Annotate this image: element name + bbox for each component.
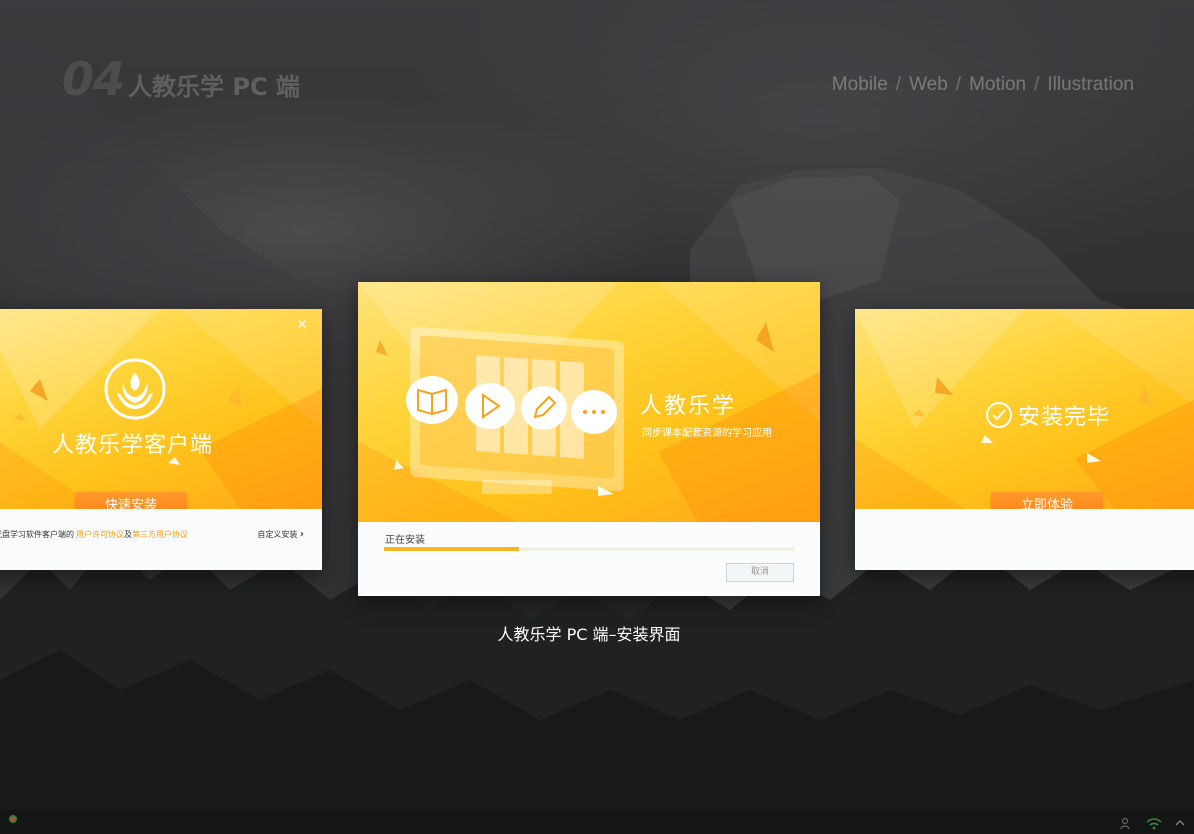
app-name: 人教乐学 xyxy=(640,394,737,419)
taskbar-app-icon[interactable] xyxy=(8,809,18,828)
agreement-conjunction: 及 xyxy=(124,530,132,539)
section-title: 人教乐学 PC 端 xyxy=(128,73,300,101)
progress-label: 正在安装 xyxy=(385,535,425,546)
check-circle-icon xyxy=(986,402,1012,428)
nav-separator: / xyxy=(955,74,962,95)
installer-complete-window: 安装完毕 立即体验 xyxy=(855,309,1194,570)
play-icon xyxy=(465,383,515,429)
installer-welcome-window: ✕ 人教乐学客户端 快速安装 装套光盘学习软件客户端的用户许可协议及第三方用户协… xyxy=(0,309,322,570)
custom-install-link[interactable]: 自定义安装 › xyxy=(257,529,304,540)
complete-hero: 安装完毕 xyxy=(855,309,1194,509)
welcome-title: 人教乐学客户端 xyxy=(52,433,214,458)
figure-caption: 人教乐学 PC 端–安装界面 xyxy=(497,625,681,644)
installer-progress-window: 人教乐学 同步课本配套资源的学习应用 正在安装 取消 xyxy=(358,282,820,596)
nav-separator: / xyxy=(1034,74,1040,95)
chevron-up-icon[interactable] xyxy=(1174,816,1186,830)
nav-item-motion[interactable]: Motion xyxy=(969,74,1026,96)
system-tray xyxy=(1120,816,1186,830)
chevron-right-icon: › xyxy=(299,529,304,540)
welcome-footer: 装套光盘学习软件客户端的用户许可协议及第三方用户协议 自定义安装 › xyxy=(0,509,322,570)
nav-item-web[interactable]: Web xyxy=(909,74,948,96)
progress-footer: 正在安装 取消 xyxy=(358,522,820,596)
more-icon xyxy=(571,390,617,434)
nav-separator: / xyxy=(895,74,902,95)
welcome-hero: ✕ 人教乐学客户端 xyxy=(0,309,322,509)
section-number: 04 xyxy=(62,52,125,106)
install-complete-heading: 安装完毕 xyxy=(985,399,1110,431)
wifi-icon[interactable] xyxy=(1146,816,1162,830)
people-icon[interactable] xyxy=(1120,816,1134,830)
agreement-text: 装套光盘学习软件客户端的用户许可协议及第三方用户协议 xyxy=(0,529,188,540)
progress-bar-fill xyxy=(384,547,520,551)
agreement-prefix: 装套光盘学习软件客户端的 xyxy=(0,530,74,539)
install-complete-text: 安装完毕 xyxy=(1018,405,1111,430)
progress-hero: 人教乐学 同步课本配套资源的学习应用 xyxy=(358,282,820,522)
page-header: 04 人教乐学 PC 端 xyxy=(62,52,300,106)
category-nav: Mobile / Web / Motion / Illustration xyxy=(832,74,1134,96)
close-icon[interactable]: ✕ xyxy=(296,317,308,333)
license-agreement-link[interactable]: 用户许可协议 xyxy=(76,530,124,539)
app-subtitle: 同步课本配套资源的学习应用 xyxy=(642,428,772,439)
custom-install-label: 自定义安装 xyxy=(257,530,298,539)
complete-footer xyxy=(855,509,1194,570)
pencil-icon xyxy=(521,386,567,430)
feature-icons xyxy=(406,376,617,434)
nav-item-mobile[interactable]: Mobile xyxy=(832,74,888,96)
nav-item-illustration[interactable]: Illustration xyxy=(1047,74,1134,96)
cancel-button[interactable]: 取消 xyxy=(726,563,794,582)
progress-bar xyxy=(384,547,794,551)
book-icon xyxy=(406,376,458,424)
app-logo-icon xyxy=(104,358,166,420)
third-party-agreement-link[interactable]: 第三方用户协议 xyxy=(132,530,188,539)
